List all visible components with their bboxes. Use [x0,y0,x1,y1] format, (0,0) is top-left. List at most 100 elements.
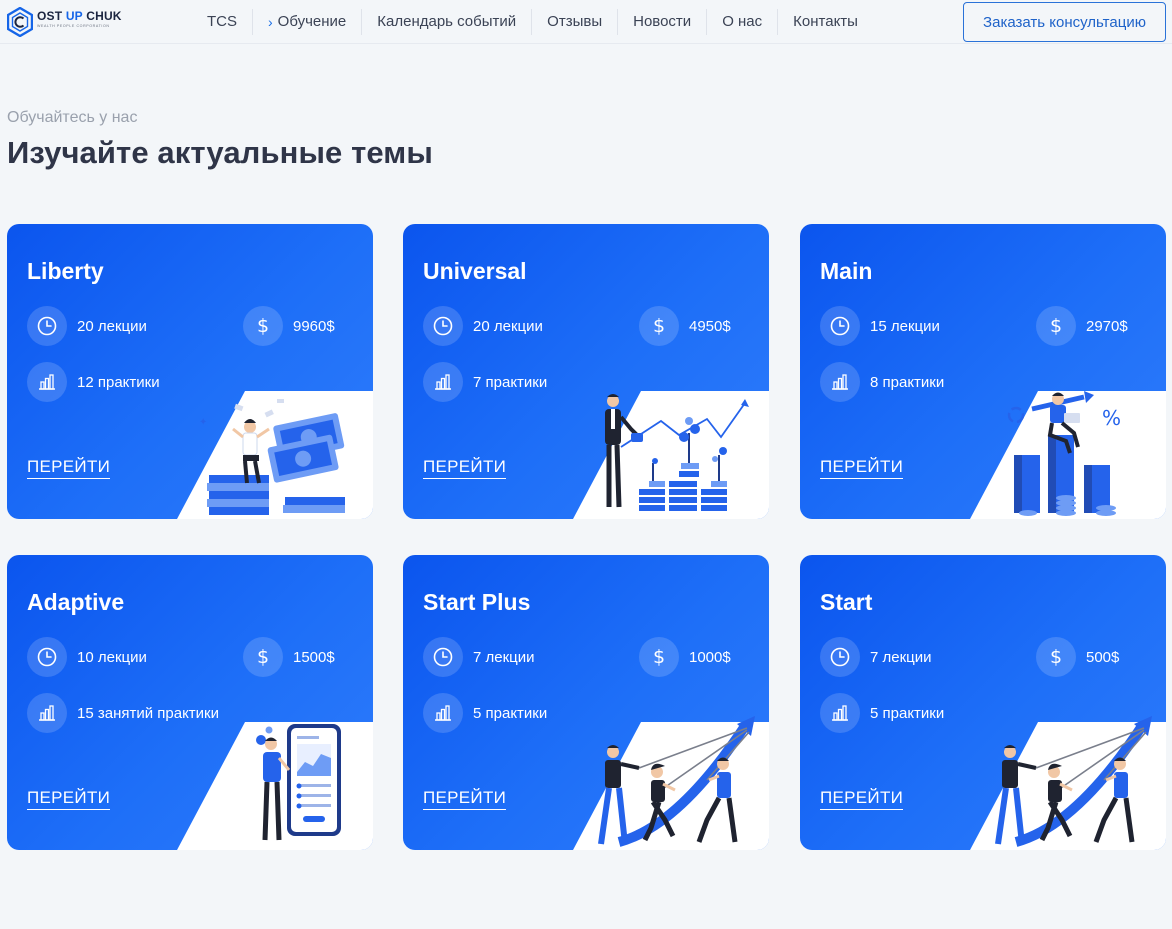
money-stack-illustration: ✦ [173,385,373,519]
bar-chart-person-illustration: % [966,385,1166,519]
price-stat: $ 1000$ [639,637,731,677]
lectures-count: 20 лекции [77,317,147,335]
practice-count: 7 практики [473,373,548,391]
section-kicker: Обучайтесь у нас [7,109,138,126]
lectures-stat: 7 лекции [820,637,932,677]
price-stat: $ 1500$ [243,637,335,677]
order-consultation-button[interactable]: Заказать консультацию [963,2,1166,42]
brand-name: OST UP CHUK [37,9,122,23]
nav-item-news[interactable]: Новости [618,9,708,35]
price-stat: $ 4950$ [639,306,731,346]
mobile-app-illustration [173,716,373,850]
go-link[interactable]: ПЕРЕЙТИ [423,457,507,479]
svg-text:$: $ [257,646,269,668]
practice-stat: 8 практики [820,362,944,402]
svg-text:$: $ [257,315,269,337]
dollar-icon: $ [243,637,283,677]
bar-chart-icon [820,362,860,402]
course-price: 1000$ [689,648,731,666]
lectures-count: 7 лекции [473,648,535,666]
growing-coins-illustration [569,385,769,519]
svg-text:✦: ✦ [199,417,207,428]
course-card-start-plus: Start Plus 7 лекции $ 1000$ 5 практики П… [403,555,769,850]
svg-text:$: $ [1050,315,1062,337]
team-pulling-arrow-illustration [966,716,1166,850]
price-stat: $ 9960$ [243,306,335,346]
clock-icon [820,637,860,677]
lectures-stat: 20 лекции [27,306,147,346]
course-title: Start [820,589,873,615]
course-price: 2970$ [1086,317,1128,335]
logo[interactable]: OST UP CHUK WEALTH PEOPLE CORPORATION [7,7,122,37]
practice-stat: 5 практики [423,693,547,733]
clock-icon [423,637,463,677]
nav-item-events-calendar[interactable]: Календарь событий [362,9,533,35]
clock-icon [27,306,67,346]
logo-hexagon-icon [7,7,33,37]
dollar-icon: $ [243,306,283,346]
course-price: 4950$ [689,317,731,335]
practice-count: 5 практики [870,704,945,722]
practice-stat: 7 практики [423,362,547,402]
brand-tagline: WEALTH PEOPLE CORPORATION [37,24,110,28]
practice-count: 5 практики [473,704,548,722]
price-stat: $ 2970$ [1036,306,1128,346]
lectures-count: 7 лекции [870,648,932,666]
lectures-stat: 15 лекции [820,306,940,346]
practice-count: 8 практики [870,373,945,391]
chevron-right-icon: › [268,14,273,30]
lectures-stat: 20 лекции [423,306,543,346]
course-price: 9960$ [293,317,335,335]
nav-item-about[interactable]: О нас [707,9,779,35]
team-pulling-arrow-illustration [569,716,769,850]
section-title: Изучайте актуальные темы [7,135,433,170]
dollar-icon: $ [1036,306,1076,346]
svg-text:$: $ [653,315,665,337]
course-title: Adaptive [27,589,125,615]
go-link[interactable]: ПЕРЕЙТИ [27,457,111,479]
course-title: Universal [423,258,527,284]
clock-icon [27,637,67,677]
course-price: 1500$ [293,648,335,666]
nav-item-contacts[interactable]: Контакты [778,9,873,35]
nav-item-reviews[interactable]: Отзывы [532,9,619,35]
nav-item-training[interactable]: › Обучение [253,9,363,35]
bar-chart-icon [820,693,860,733]
go-link[interactable]: ПЕРЕЙТИ [820,457,904,479]
dollar-icon: $ [639,306,679,346]
course-price: 500$ [1086,648,1120,666]
practice-stat: 12 практики [27,362,160,402]
practice-count: 12 практики [77,373,160,391]
price-stat: $ 500$ [1036,637,1119,677]
bar-chart-icon [423,362,463,402]
bar-chart-icon [27,362,67,402]
svg-text:$: $ [653,646,665,668]
main-nav: TCS › Обучение Календарь событий Отзывы Н… [192,0,873,44]
course-card-main: Main 15 лекции $ 2970$ 8 практики ПЕРЕЙТ… [800,224,1166,519]
lectures-stat: 7 лекции [423,637,535,677]
bar-chart-icon [27,693,67,733]
lectures-count: 20 лекции [473,317,543,335]
course-title: Main [820,258,873,284]
course-card-universal: Universal 20 лекции $ 4950$ 7 практики П… [403,224,769,519]
svg-text:$: $ [1050,646,1062,668]
bar-chart-icon [423,693,463,733]
go-link[interactable]: ПЕРЕЙТИ [820,788,904,810]
clock-icon [423,306,463,346]
course-title: Liberty [27,258,104,284]
course-card-liberty: Liberty 20 лекции $ 9960$ 12 практики ПЕ… [7,224,373,519]
lectures-count: 15 лекции [870,317,940,335]
nav-item-tcs[interactable]: TCS [192,9,253,35]
course-card-adaptive: Adaptive 10 лекции $ 1500$ 15 занятий пр… [7,555,373,850]
go-link[interactable]: ПЕРЕЙТИ [27,788,111,810]
dollar-icon: $ [1036,637,1076,677]
lectures-count: 10 лекции [77,648,147,666]
practice-stat: 5 практики [820,693,944,733]
course-card-start: Start 7 лекции $ 500$ 5 практики ПЕРЕЙТИ [800,555,1166,850]
course-title: Start Plus [423,589,531,615]
dollar-icon: $ [639,637,679,677]
site-header: OST UP CHUK WEALTH PEOPLE CORPORATION TC… [0,0,1172,44]
go-link[interactable]: ПЕРЕЙТИ [423,788,507,810]
clock-icon [820,306,860,346]
svg-text:%: % [1102,406,1121,430]
